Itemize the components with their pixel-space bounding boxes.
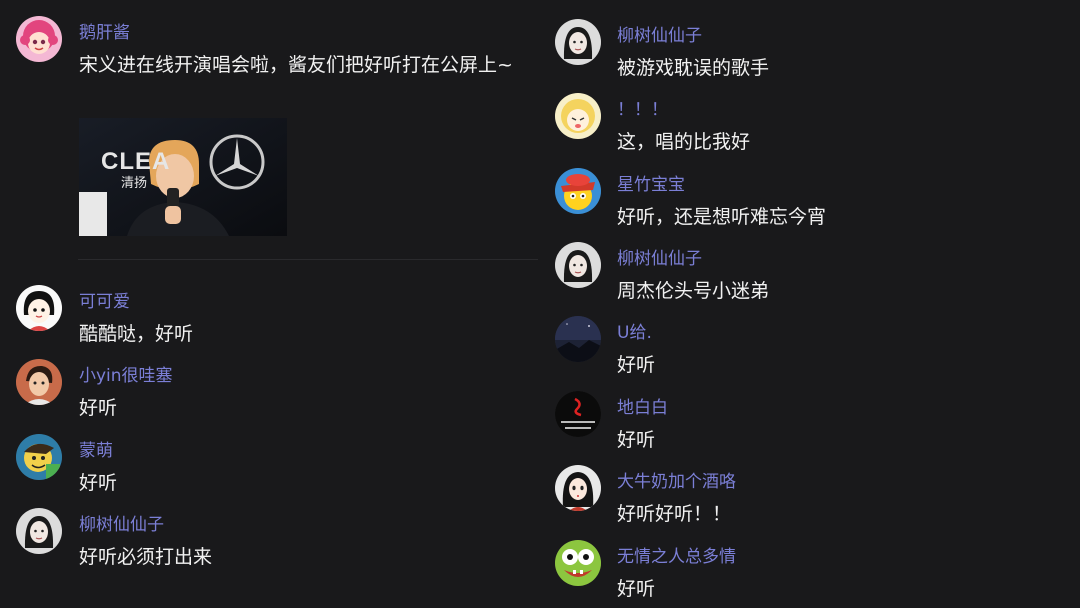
comment-text: 好听 (79, 397, 118, 419)
comment-text: 好听好听！！ (617, 503, 732, 525)
comment-username[interactable]: 柳树仙仙子 (617, 244, 702, 269)
comment-username[interactable]: 柳树仙仙子 (617, 21, 702, 46)
comment-item: 无情之人总多情 好听 (540, 540, 1060, 602)
comment-text: 好听必须打出来 (79, 546, 213, 568)
comment-text: 被游戏耽误的歌手 (617, 57, 770, 79)
boy-avatar-icon[interactable] (16, 359, 62, 405)
comment-username[interactable]: 星竹宝宝 (617, 170, 685, 195)
yellow-character-avatar-icon[interactable] (555, 168, 601, 214)
cartoon-girl-avatar-icon[interactable] (16, 285, 62, 331)
comment-item: 小yin很哇塞 好听 (0, 359, 520, 421)
video-thumbnail-icon[interactable]: CLEA 清扬 (79, 118, 287, 236)
anime-girl-avatar-icon[interactable] (555, 465, 601, 511)
comment-text: 宋义进在线开演唱会啦，酱友们把好听打在公屏上~ (79, 54, 513, 76)
comment-text: 这，唱的比我好 (617, 131, 751, 153)
comment-item: 蒙萌 好听 (0, 434, 520, 496)
pink-hair-avatar-icon[interactable] (16, 16, 62, 62)
girl-bw-avatar-icon[interactable] (555, 242, 601, 288)
comment-text: 好听 (79, 472, 118, 494)
comment-username[interactable]: 蒙萌 (79, 436, 113, 461)
comment-item: U给. 好听 (540, 316, 1060, 378)
comment-username[interactable]: 可可爱 (79, 287, 130, 312)
section-divider (78, 259, 538, 260)
comment-text: 好听，还是想听难忘今宵 (617, 206, 827, 228)
comment-text: 周杰伦头号小迷弟 (617, 280, 770, 302)
comment-item: 柳树仙仙子 被游戏耽误的歌手 (540, 19, 1060, 81)
cartoon-avatar-icon[interactable] (16, 434, 62, 480)
comment-username[interactable]: U给. (617, 318, 652, 343)
comment-item: 鹅肝酱 宋义进在线开演唱会啦，酱友们把好听打在公屏上~ CLEA 清扬 (0, 16, 520, 256)
frog-avatar-icon[interactable] (555, 540, 601, 586)
blonde-cartoon-avatar-icon[interactable] (555, 93, 601, 139)
thumbnail-logo-subtext: 清扬 (121, 176, 148, 191)
comment-item: 可可爱 酷酷哒，好听 (0, 285, 520, 347)
dark-text-avatar-icon[interactable] (555, 391, 601, 437)
comment-username[interactable]: 大牛奶加个酒咯 (617, 467, 736, 492)
comment-text: 酷酷哒，好听 (79, 323, 194, 345)
comment-item: 星竹宝宝 好听，还是想听难忘今宵 (540, 168, 1060, 230)
girl-bw-avatar-icon[interactable] (16, 508, 62, 554)
comment-username[interactable]: 柳树仙仙子 (79, 510, 164, 535)
comment-username[interactable]: ！！！ (617, 95, 668, 120)
comment-text: 好听 (617, 354, 656, 376)
comment-text: 好听 (617, 578, 656, 600)
comment-username[interactable]: 地白白 (617, 393, 668, 418)
comment-text: 好听 (617, 429, 656, 451)
comment-item: 柳树仙仙子 周杰伦头号小迷弟 (540, 242, 1060, 304)
night-sky-avatar-icon[interactable] (555, 316, 601, 362)
comment-username[interactable]: 鹅肝酱 (79, 18, 130, 43)
comment-item: 柳树仙仙子 好听必须打出来 (0, 508, 520, 570)
comment-item: ！！！ 这，唱的比我好 (540, 93, 1060, 155)
comment-item: 地白白 好听 (540, 391, 1060, 453)
comment-item: 大牛奶加个酒咯 好听好听！！ (540, 465, 1060, 527)
comment-username[interactable]: 小yin很哇塞 (79, 361, 173, 386)
girl-bw-avatar-icon[interactable] (555, 19, 601, 65)
comment-username[interactable]: 无情之人总多情 (617, 542, 736, 567)
